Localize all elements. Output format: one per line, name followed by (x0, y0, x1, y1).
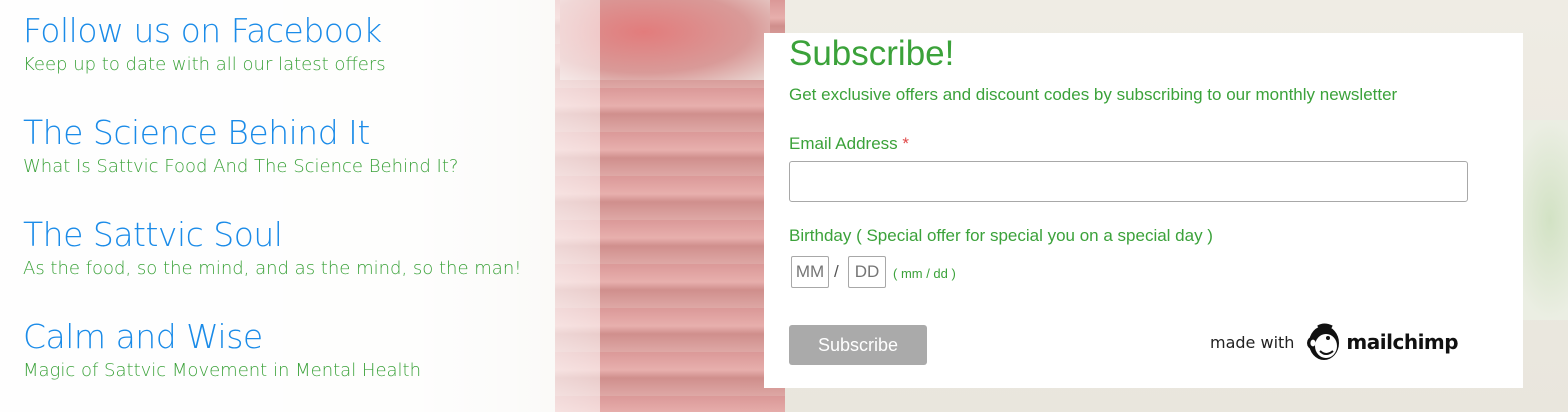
mailchimp-badge[interactable]: made with mailchimp (1210, 320, 1459, 364)
link-subtitle-soul: As the food, so the mind, and as the min… (23, 258, 522, 279)
subscribe-button[interactable]: Subscribe (789, 325, 927, 365)
mailchimp-wordmark: mailchimp (1346, 330, 1459, 354)
birthday-day-input[interactable] (848, 256, 886, 288)
link-subtitle-facebook: Keep up to date with all our latest offe… (23, 54, 386, 75)
email-label: Email Address * (789, 134, 909, 154)
link-item-soul: The Sattvic Soul As the food, so the min… (23, 214, 521, 282)
link-title-soul[interactable]: The Sattvic Soul (23, 214, 521, 256)
form-intro: Get exclusive offers and discount codes … (789, 85, 1398, 104)
link-item-science: The Science Behind It What Is Sattvic Fo… (23, 112, 458, 180)
date-separator: / (834, 262, 839, 281)
made-with-text: made with (1210, 332, 1295, 352)
birthday-label: Birthday ( Special offer for special you… (789, 226, 1213, 245)
link-title-calm[interactable]: Calm and Wise (23, 316, 421, 358)
link-title-facebook[interactable]: Follow us on Facebook (23, 10, 386, 52)
email-field[interactable] (789, 161, 1468, 202)
email-label-text: Email Address (789, 134, 898, 153)
required-mark: * (902, 134, 910, 153)
birthday-month-input[interactable] (791, 256, 829, 288)
link-subtitle-science: What Is Sattvic Food And The Science Beh… (23, 156, 459, 177)
link-subtitle-calm: Magic of Sattvic Movement in Mental Heal… (23, 360, 422, 381)
link-title-science[interactable]: The Science Behind It (23, 112, 458, 154)
form-heading: Subscribe! (789, 34, 955, 73)
date-format-hint: ( mm / dd ) (893, 266, 956, 281)
link-item-calm: Calm and Wise Magic of Sattvic Movement … (23, 316, 421, 384)
subscribe-form-panel: Subscribe! Get exclusive offers and disc… (764, 33, 1523, 388)
link-item-facebook: Follow us on Facebook Keep up to date wi… (23, 10, 386, 78)
mailchimp-logo-icon (1307, 323, 1340, 360)
